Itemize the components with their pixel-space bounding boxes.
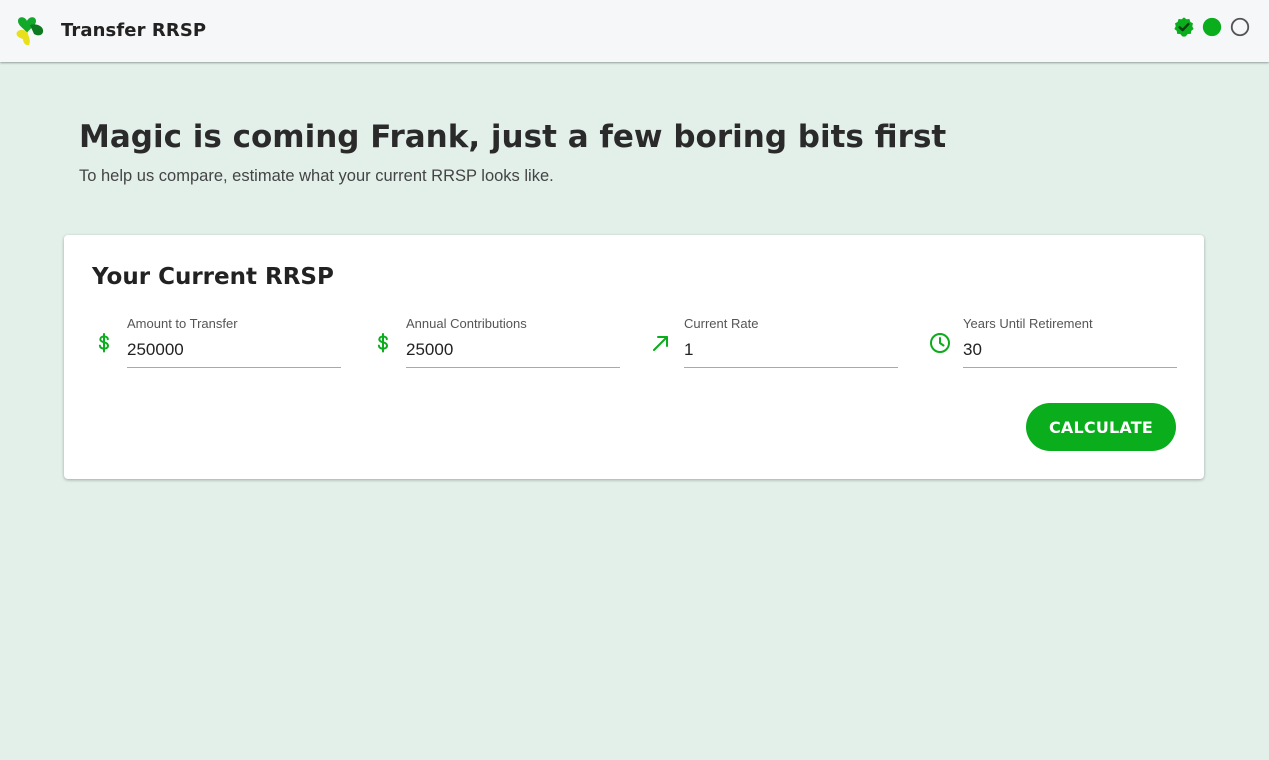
calculate-button[interactable]: CALCULATE <box>1026 403 1176 451</box>
annual-contributions-label: Annual Contributions <box>406 316 527 331</box>
dollar-icon <box>377 333 389 353</box>
current-rate-field: Current Rate <box>649 313 899 369</box>
years-until-retirement-label: Years Until Retirement <box>963 316 1093 331</box>
amount-to-transfer-field: Amount to Transfer <box>92 313 342 369</box>
annual-contributions-input[interactable] <box>406 335 620 368</box>
empty-circle-icon <box>1230 17 1250 37</box>
years-until-retirement-input[interactable] <box>963 335 1177 368</box>
current-rate-label: Current Rate <box>684 316 759 331</box>
dollar-icon <box>98 333 110 353</box>
top-bar: Transfer RRSP <box>0 0 1269 62</box>
page-subheadline: To help us compare, estimate what your c… <box>79 167 554 185</box>
current-rate-input[interactable] <box>684 335 898 368</box>
card-title: Your Current RRSP <box>92 264 334 290</box>
clover-logo-icon <box>16 17 44 46</box>
amount-to-transfer-label: Amount to Transfer <box>127 316 238 331</box>
check-badge-icon <box>1174 17 1194 37</box>
annual-contributions-field: Annual Contributions <box>371 313 621 369</box>
years-until-retirement-field: Years Until Retirement <box>928 313 1178 369</box>
app-title: Transfer RRSP <box>61 20 207 41</box>
current-rrsp-card: Your Current RRSP Amount to Transfer Ann… <box>64 235 1204 479</box>
amount-to-transfer-input[interactable] <box>127 335 341 368</box>
trending-up-arrow-icon <box>653 336 668 351</box>
filled-circle-icon <box>1202 17 1222 37</box>
progress-steps <box>1173 16 1251 38</box>
clock-icon <box>930 333 950 353</box>
page-headline: Magic is coming Frank, just a few boring… <box>79 119 947 155</box>
